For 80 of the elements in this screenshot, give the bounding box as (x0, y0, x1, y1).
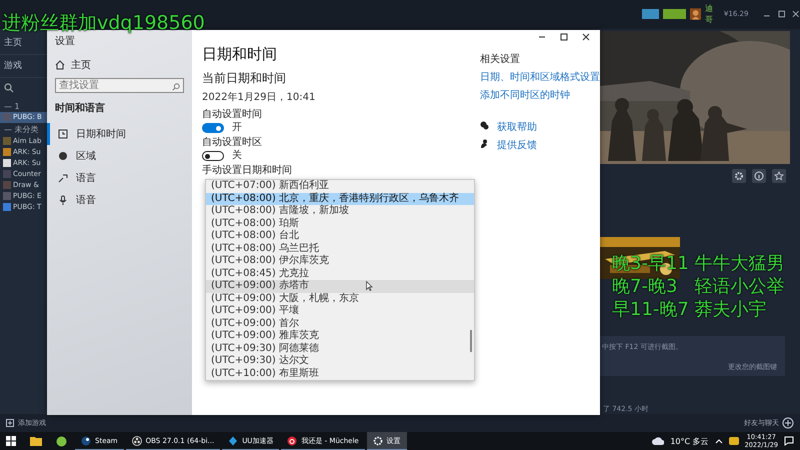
settings-link[interactable]: 添加不同时区的时钟 (480, 88, 600, 102)
globe-icon (58, 151, 68, 161)
timezone-option[interactable]: (UTC+08:00) 珀斯 (206, 218, 474, 230)
window-maximize-icon[interactable] (778, 10, 786, 18)
nav-item[interactable]: 语音 (47, 189, 192, 211)
group-header[interactable]: — 1 (0, 100, 47, 112)
related-settings-title: 相关设置 (480, 52, 521, 66)
search-field[interactable]: 查找设置 (55, 78, 184, 93)
music-icon (287, 436, 298, 446)
weather-text[interactable]: 10°C 多云 (670, 436, 709, 446)
app-icon[interactable] (56, 436, 67, 446)
setting-label: 自动设置时间 (202, 109, 263, 121)
store-button[interactable] (662, 9, 686, 20)
tray-icon[interactable] (728, 437, 739, 445)
timezone-option[interactable]: (UTC+09:00) 雅库茨克 (206, 330, 474, 342)
toggle-switch[interactable] (202, 151, 224, 161)
person-icon (480, 138, 489, 148)
calendar-icon (58, 129, 68, 139)
help-link[interactable]: 获取帮助 (497, 120, 537, 134)
section-heading: 当前日期和时间 (202, 70, 287, 86)
timezone-option[interactable]: (UTC+08:00) 乌兰巴托 (206, 242, 474, 255)
search-icon[interactable] (4, 82, 14, 93)
setting-label: 手动设置日期和时间 (202, 165, 293, 177)
timezone-option[interactable]: (UTC+09:00) 首尔 (206, 318, 474, 330)
avatar-icon[interactable] (690, 8, 701, 20)
page-heading: 日期和时间 (202, 44, 278, 64)
toggle-state: 关 (232, 150, 242, 162)
group-header[interactable]: — 未分类 (0, 122, 47, 136)
timezone-option[interactable]: (UTC+08:45) 尤克拉 (206, 268, 474, 280)
gear-icon (372, 436, 383, 446)
timezone-option[interactable]: (UTC+09:00) 大阪，札幌，东京 (206, 292, 474, 305)
circles-icon (132, 436, 142, 446)
schedule-text: 早11-晚7 莽夫小宇 (612, 298, 768, 321)
close-icon[interactable] (792, 10, 800, 18)
diamond-icon (228, 436, 238, 446)
toggle-switch[interactable] (202, 123, 224, 133)
folder-icon[interactable] (30, 436, 42, 446)
timezone-option[interactable]: (UTC+09:00) 赤塔市 (206, 280, 474, 292)
timezone-option[interactable]: (UTC+08:00) 北京，重庆，香港特别行政区，乌鲁木齐 (206, 192, 474, 205)
broadcast-button[interactable] (642, 9, 659, 20)
chevron-up-icon[interactable] (714, 438, 723, 444)
setting-label: 自动设置时区 (202, 137, 263, 149)
window-maximize-icon[interactable] (560, 33, 568, 41)
help-link[interactable]: 提供反馈 (497, 138, 537, 152)
info-icon[interactable] (752, 168, 766, 183)
timezone-option[interactable]: (UTC+08:00) 吉隆坡，新加坡 (206, 205, 474, 218)
windows-start-icon[interactable] (6, 436, 16, 446)
timezone-option[interactable]: (UTC+09:00) 平壤 (206, 305, 474, 318)
settings-link[interactable]: 日期、时间和区域格式设置 (480, 70, 600, 84)
schedule-text: 晚7-晚3 轻语小公举 (612, 275, 785, 298)
plus-icon (6, 418, 14, 427)
home-icon (55, 60, 65, 70)
plus-icon (782, 416, 794, 429)
microphone-icon (58, 195, 68, 205)
cloud-icon (652, 437, 664, 445)
scrollbar[interactable] (470, 330, 472, 352)
timezone-option[interactable]: (UTC+10:00) 布里斯班 (206, 368, 474, 380)
settings-icon[interactable] (732, 168, 746, 183)
notification-icon[interactable] (784, 436, 794, 446)
game-icon (3, 113, 11, 122)
timezone-option[interactable]: (UTC+09:30) 达尔文 (206, 355, 474, 368)
pen-icon (58, 173, 68, 183)
search-icon (172, 83, 180, 91)
section-title: 时间和语言 (54, 101, 106, 116)
window-title: 设置 (54, 34, 76, 49)
nav-item[interactable]: 语言 (47, 167, 192, 189)
steam-icon (81, 436, 91, 446)
close-icon[interactable] (582, 33, 590, 41)
timezone-option[interactable]: (UTC+08:00) 台北 (206, 230, 474, 242)
user-name[interactable]: 迪哥 (704, 3, 720, 26)
current-date-time: 2022年1月29日，10:41 (202, 92, 316, 104)
schedule-text: 晚3-早11 牛牛大猛男 (612, 252, 785, 275)
home-link[interactable]: 主页 (47, 56, 192, 74)
chat-icon (480, 120, 489, 130)
toggle-state: 开 (232, 122, 242, 134)
timezone-option[interactable]: (UTC+08:00) 伊尔库茨克 (206, 255, 474, 268)
mouse-cursor-icon (366, 281, 373, 291)
star-icon[interactable] (772, 168, 786, 183)
nav-item[interactable]: 区域 (47, 145, 192, 167)
timezone-option[interactable]: (UTC+09:30) 阿德莱德 (206, 342, 474, 355)
